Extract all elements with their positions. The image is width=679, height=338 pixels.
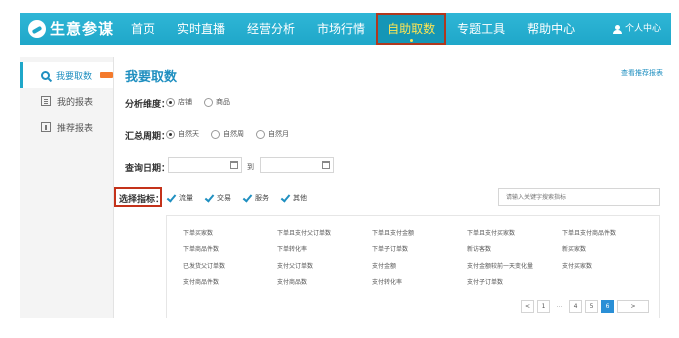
report-icon	[41, 96, 51, 106]
search-icon	[41, 70, 50, 80]
page-next-button[interactable]: >	[617, 300, 649, 313]
metrics-label: 选择指标：	[119, 195, 165, 205]
page-ellipsis: ...	[553, 300, 566, 313]
page-button[interactable]: 5	[585, 300, 598, 313]
page-button-current[interactable]: 6	[601, 300, 614, 313]
nav-market[interactable]: 市场行情	[306, 13, 376, 45]
nav-self-service-data[interactable]: 自助取数	[376, 13, 447, 45]
metric-category-checks: 流量 交易 服务 其他	[166, 193, 318, 203]
metric-list-panel: 下单买家数 下单且支付父订单数 下单且支付金额 下单且支付买家数 下单且支付商品…	[166, 215, 660, 318]
logo[interactable]: 生意参谋	[28, 18, 114, 39]
user-center[interactable]: 个人中心	[612, 13, 661, 45]
calendar-icon[interactable]	[230, 161, 238, 169]
nav-home[interactable]: 首页	[120, 13, 166, 45]
metric-item[interactable]: 支付子订单数	[467, 277, 503, 286]
end-date-input[interactable]	[260, 157, 334, 173]
period-option-week[interactable]: 自然周	[211, 129, 244, 139]
radio-selected[interactable]	[166, 97, 175, 107]
sidebar-item-get-data[interactable]: 我要取数	[20, 62, 113, 88]
nav-business-analysis[interactable]: 经营分析	[236, 13, 306, 45]
period-radio-group: 自然天 自然周 自然月	[166, 129, 301, 139]
main-content: 我要取数 查看推荐报表 分析维度： 店铺 商品 汇总周期： 自然天 自然周 自然…	[114, 57, 671, 318]
date-to-text: 到	[247, 163, 254, 171]
metric-item[interactable]: 下单买家数	[183, 228, 213, 237]
nav-tools[interactable]: 专题工具	[446, 13, 516, 45]
metric-item[interactable]: 下单商品件数	[183, 244, 219, 253]
radio[interactable]	[204, 97, 213, 107]
page-button[interactable]: 4	[569, 300, 582, 313]
metric-item[interactable]: 下单转化率	[277, 244, 307, 253]
check-icon[interactable]	[204, 194, 214, 203]
category-service[interactable]: 服务	[242, 193, 269, 203]
sidebar-item-label: 我要取数	[56, 71, 93, 82]
user-icon	[612, 24, 622, 34]
pagination: < 1 ... 4 5 6 >	[521, 300, 649, 313]
checkbox-label: 交易	[217, 194, 231, 202]
radio-label: 自然周	[223, 130, 244, 138]
metric-item[interactable]: 已发货父订单数	[183, 261, 225, 270]
sidebar-item-label: 推荐报表	[57, 123, 94, 134]
radio[interactable]	[256, 129, 265, 139]
metric-search-input[interactable]	[498, 188, 660, 206]
start-date-input[interactable]	[168, 157, 242, 173]
sidebar-item-my-reports[interactable]: 我的报表	[20, 88, 113, 114]
dimension-option-product[interactable]: 商品	[204, 97, 230, 107]
metric-item[interactable]: 支付商品件数	[183, 277, 219, 286]
metric-item[interactable]: 下单子订单数	[372, 244, 408, 253]
nav-realtime[interactable]: 实时直播	[166, 13, 236, 45]
hot-badge	[100, 72, 113, 78]
page-prev-button[interactable]: <	[521, 300, 534, 313]
dimension-radio-group: 店铺 商品	[166, 97, 242, 107]
metric-item[interactable]: 下单且支付商品件数	[562, 228, 616, 237]
check-icon[interactable]	[242, 194, 252, 203]
radio-label: 自然月	[268, 130, 289, 138]
top-nav-bar: 生意参谋 首页 实时直播 经营分析 市场行情 自助取数 专题工具 帮助中心 个人…	[20, 13, 671, 45]
check-icon[interactable]	[280, 194, 290, 203]
logo-text: 生意参谋	[50, 20, 115, 38]
period-option-day[interactable]: 自然天	[166, 129, 199, 139]
period-option-month[interactable]: 自然月	[256, 129, 289, 139]
view-recommended-reports-link[interactable]: 查看推荐报表	[621, 68, 663, 78]
metric-item[interactable]: 支付转化率	[372, 277, 402, 286]
sidebar-item-label: 我的报表	[57, 97, 94, 108]
date-label: 查询日期：	[125, 164, 171, 174]
checkbox-label: 流量	[179, 194, 193, 202]
metric-item[interactable]: 支付商品数	[277, 277, 307, 286]
metric-item[interactable]: 支付金额	[372, 261, 396, 270]
dimension-label: 分析维度：	[125, 100, 171, 110]
category-trade[interactable]: 交易	[204, 193, 231, 203]
main-nav: 首页 实时直播 经营分析 市场行情 自助取数 专题工具 帮助中心	[120, 13, 586, 45]
checkbox-label: 其他	[293, 194, 307, 202]
radio-label: 商品	[216, 98, 230, 106]
nav-help[interactable]: 帮助中心	[516, 13, 586, 45]
category-traffic[interactable]: 流量	[166, 193, 193, 203]
checkbox-label: 服务	[255, 194, 269, 202]
check-icon[interactable]	[166, 194, 176, 203]
period-label: 汇总周期：	[125, 132, 171, 142]
metric-item[interactable]: 支付买家数	[562, 261, 592, 270]
page-title: 我要取数	[125, 70, 178, 85]
dimension-option-shop[interactable]: 店铺	[166, 97, 192, 107]
metric-item[interactable]: 新访客数	[467, 244, 491, 253]
logo-icon	[28, 19, 46, 38]
category-other[interactable]: 其他	[280, 193, 307, 203]
metric-item[interactable]: 新买家数	[562, 244, 586, 253]
radio-selected[interactable]	[166, 129, 175, 139]
page: 生意参谋 首页 实时直播 经营分析 市场行情 自助取数 专题工具 帮助中心 个人…	[0, 0, 679, 338]
radio-label: 自然天	[178, 130, 199, 138]
metric-item[interactable]: 下单且支付买家数	[467, 228, 515, 237]
user-center-label: 个人中心	[624, 24, 661, 34]
calendar-icon[interactable]	[322, 161, 330, 169]
page-button[interactable]: 1	[537, 300, 550, 313]
radio-label: 店铺	[178, 98, 192, 106]
sidebar: 我要取数 我的报表 推荐报表	[20, 57, 114, 318]
metric-item[interactable]: 下单且支付金额	[372, 228, 414, 237]
metric-item[interactable]: 支付父订单数	[277, 261, 313, 270]
recommend-icon	[41, 122, 51, 132]
radio[interactable]	[211, 129, 220, 139]
metric-item[interactable]: 下单且支付父订单数	[277, 228, 331, 237]
metric-item[interactable]: 支付金额较前一天变化量	[467, 261, 533, 270]
sidebar-item-recommended-reports[interactable]: 推荐报表	[20, 114, 113, 140]
